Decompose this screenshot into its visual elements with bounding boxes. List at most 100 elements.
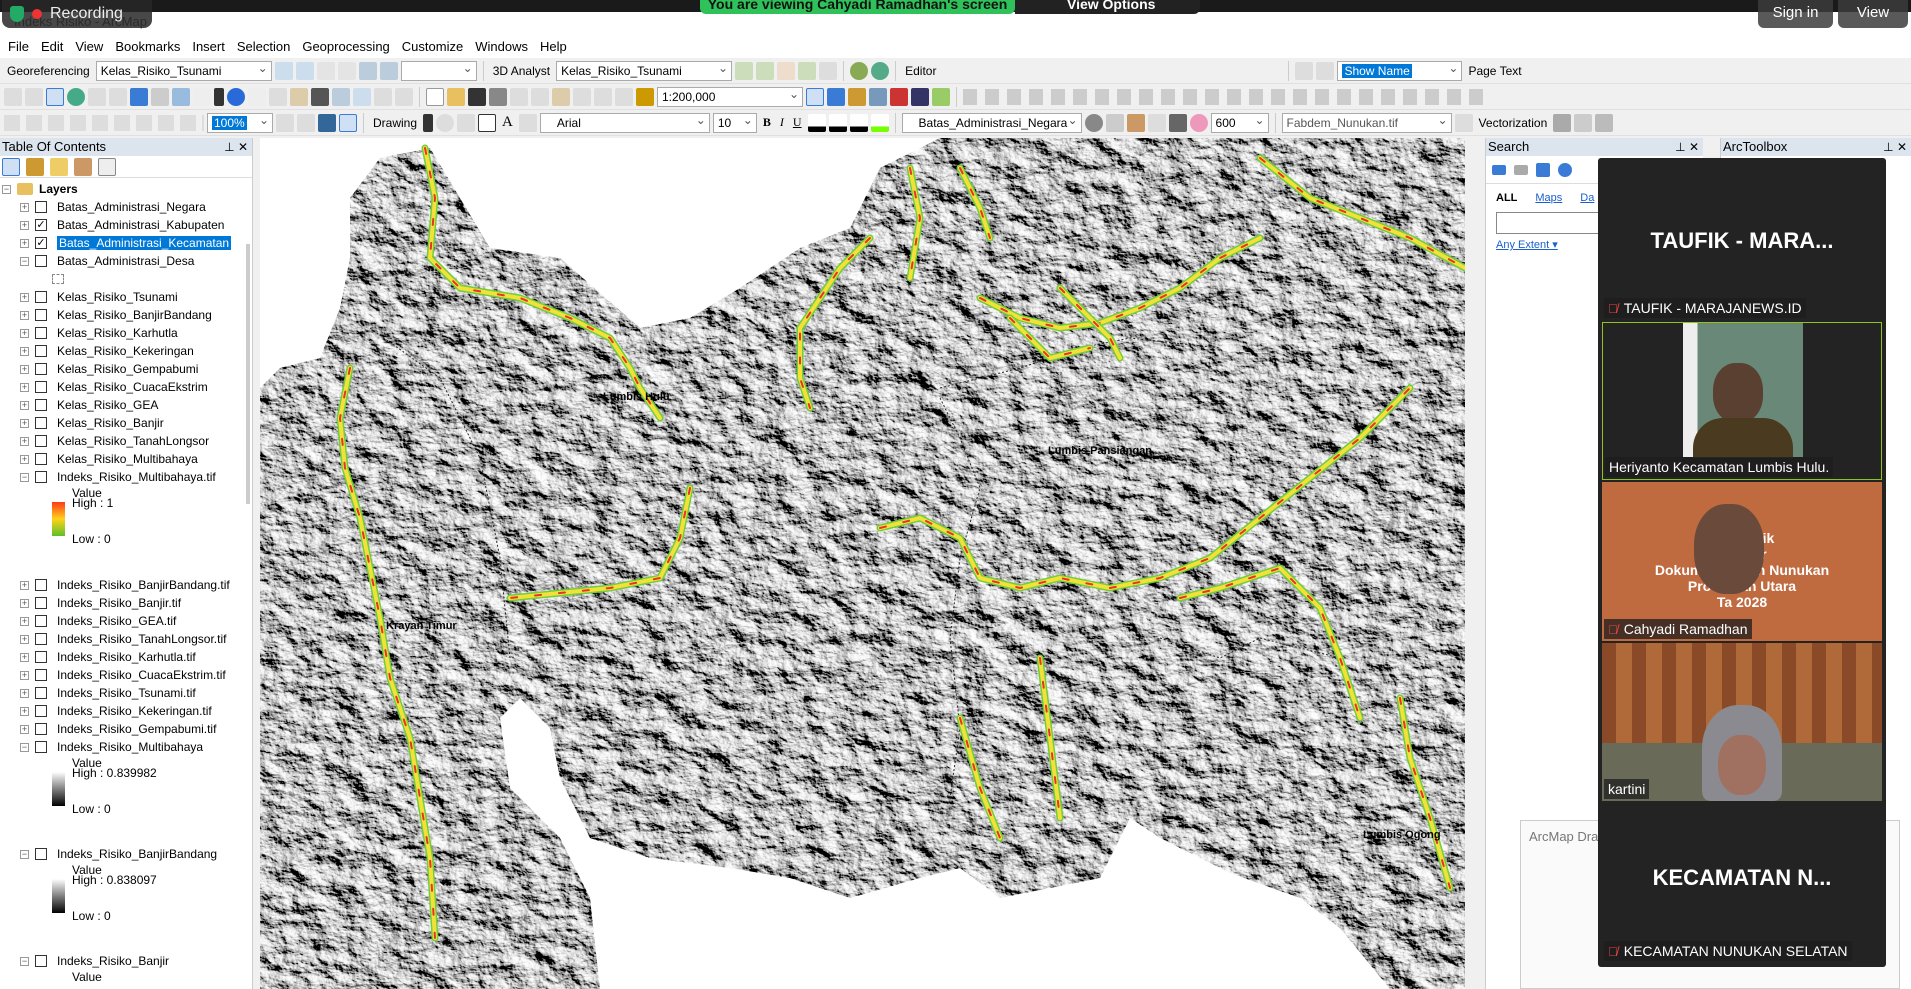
georeferencing-menu[interactable]: Georeferencing — [4, 64, 93, 78]
raster-select[interactable]: Fabdem_Nunukan.tif — [1281, 112, 1452, 133]
layer-item[interactable]: + Indeks_Risiko_Karhutla.tif — [0, 648, 252, 666]
data-driven-icon[interactable] — [339, 113, 357, 132]
layer-item[interactable]: + Kelas_Risiko_Karhutla — [0, 324, 252, 342]
layer-item[interactable]: + ✓ Batas_Administrasi_Kabupaten — [0, 216, 252, 234]
link-table-icon[interactable] — [358, 61, 377, 80]
graph-icon[interactable] — [819, 61, 838, 80]
layer-checkbox[interactable] — [35, 471, 47, 483]
menu-bookmarks[interactable]: Bookmarks — [109, 36, 186, 58]
layer-checkbox[interactable] — [35, 848, 47, 860]
layer-item[interactable]: + Indeks_Risiko_CuacaEkstrim.tif — [0, 666, 252, 684]
layer-checkbox[interactable] — [35, 705, 47, 717]
layout-tools[interactable] — [4, 114, 204, 131]
text-tool-icon[interactable]: A — [499, 114, 516, 131]
search-tab-maps[interactable]: Maps — [1535, 192, 1562, 204]
add-control-point-icon[interactable] — [274, 61, 293, 80]
collapse-icon[interactable]: − — [20, 849, 29, 859]
menu-edit[interactable]: Edit — [35, 36, 69, 58]
expand-icon[interactable]: + — [20, 346, 29, 356]
layer-item[interactable]: − Batas_Administrasi_Desa — [0, 252, 252, 270]
font-size-select[interactable]: 10 — [712, 112, 757, 133]
expand-icon[interactable]: + — [20, 670, 29, 680]
go-to-xy-icon[interactable] — [353, 87, 371, 106]
python-icon[interactable] — [911, 87, 929, 106]
contrast-icon[interactable] — [1084, 113, 1103, 132]
model-builder-icon[interactable] — [932, 87, 950, 106]
editor-toolbar-icon[interactable] — [806, 87, 824, 106]
expand-icon[interactable]: + — [20, 220, 29, 230]
layer-item[interactable]: + Batas_Administrasi_Negara — [0, 198, 252, 216]
collapse-icon[interactable]: − — [20, 956, 29, 966]
time-slider-icon[interactable] — [374, 87, 392, 106]
collapse-icon[interactable]: − — [20, 742, 29, 752]
toc-scrollbar[interactable] — [246, 244, 250, 504]
list-by-source-icon[interactable] — [26, 158, 44, 176]
bold-button[interactable]: B — [760, 115, 774, 130]
copy-icon[interactable] — [531, 87, 549, 106]
brightness-icon[interactable] — [1105, 113, 1124, 132]
focus-frame-icon[interactable] — [297, 113, 315, 132]
select-features-icon[interactable] — [172, 87, 190, 106]
scene-icon[interactable] — [871, 61, 890, 80]
vectorization-tool-icon[interactable] — [1553, 113, 1572, 132]
expand-icon[interactable]: + — [20, 328, 29, 338]
fill-color-icon[interactable] — [828, 113, 847, 132]
layer-checkbox[interactable] — [35, 579, 47, 591]
view-options-button[interactable]: View Options — [1015, 0, 1200, 14]
layer-item[interactable]: + Kelas_Risiko_TanahLongsor — [0, 432, 252, 450]
expand-icon[interactable]: + — [20, 616, 29, 626]
page-text-menu[interactable]: Page Text — [1465, 64, 1524, 78]
layer-item[interactable]: + Kelas_Risiko_Multibahaya — [0, 450, 252, 468]
expand-icon[interactable]: + — [20, 688, 29, 698]
layers-root[interactable]: − Layers — [0, 180, 252, 198]
catalog-icon[interactable] — [848, 87, 866, 106]
italic-button[interactable]: I — [777, 115, 787, 130]
expand-icon[interactable]: + — [20, 598, 29, 608]
clear-selection-icon[interactable] — [193, 87, 211, 106]
list-by-drawing-order-icon[interactable] — [2, 158, 20, 176]
3d-layer-select[interactable]: Kelas_Risiko_Tsunami — [556, 60, 733, 81]
auto-adjust-icon[interactable] — [295, 61, 314, 80]
layer-checkbox[interactable] — [35, 723, 47, 735]
identify-icon[interactable] — [227, 87, 245, 106]
redo-icon[interactable] — [615, 87, 633, 106]
zoom-in-icon[interactable] — [4, 87, 22, 106]
fixed-zoom-in-icon[interactable] — [88, 87, 106, 106]
find-icon[interactable] — [311, 87, 329, 106]
zoom-to-selected-icon[interactable] — [457, 113, 476, 132]
back-icon[interactable] — [1492, 164, 1506, 175]
expand-icon[interactable]: + — [20, 292, 29, 302]
participant-tile[interactable]: TAUFIK - MARA... 🎙̸ TAUFIK - MARAJANEWS.I… — [1602, 158, 1882, 320]
expand-icon[interactable]: + — [20, 580, 29, 590]
menu-windows[interactable]: Windows — [469, 36, 534, 58]
expand-icon[interactable]: + — [20, 400, 29, 410]
menu-help[interactable]: Help — [534, 36, 573, 58]
toggle-draft-icon[interactable] — [276, 113, 294, 132]
layer-checkbox[interactable] — [35, 417, 47, 429]
measure-icon[interactable] — [290, 87, 308, 106]
globe-icon[interactable] — [850, 61, 869, 80]
expand-icon[interactable]: + — [20, 454, 29, 464]
viewer-icon[interactable] — [395, 87, 413, 106]
layer-item[interactable]: − Indeks_Risiko_Multibahaya.tif — [0, 468, 252, 486]
vectorization-tool-icon[interactable] — [1595, 113, 1614, 132]
layer-item[interactable]: + Indeks_Risiko_TanahLongsor.tif — [0, 630, 252, 648]
contour-icon[interactable] — [735, 61, 754, 80]
menu-file[interactable]: File — [2, 36, 35, 58]
layer-checkbox[interactable] — [35, 201, 47, 213]
layer-item[interactable]: + Indeks_Risiko_Kekeringan.tif — [0, 702, 252, 720]
expand-icon[interactable]: + — [20, 382, 29, 392]
flicker-icon[interactable] — [1168, 113, 1187, 132]
expand-icon[interactable]: + — [20, 418, 29, 428]
view-button[interactable]: View — [1838, 0, 1908, 28]
layer-checkbox[interactable] — [35, 291, 47, 303]
forward-icon[interactable] — [1514, 164, 1528, 175]
participant-tile-active[interactable]: Heriyanto Kecamatan Lumbis Hulu. — [1602, 322, 1882, 480]
expand-icon[interactable]: + — [20, 238, 29, 248]
find-route-icon[interactable] — [332, 87, 350, 106]
expand-icon[interactable]: + — [20, 724, 29, 734]
layer-item[interactable]: − Indeks_Risiko_Multibahaya — [0, 738, 252, 756]
search-tab-all[interactable]: ALL — [1496, 192, 1517, 204]
layout-zoom-select[interactable]: 100% — [207, 112, 273, 133]
back-icon[interactable] — [130, 87, 148, 106]
